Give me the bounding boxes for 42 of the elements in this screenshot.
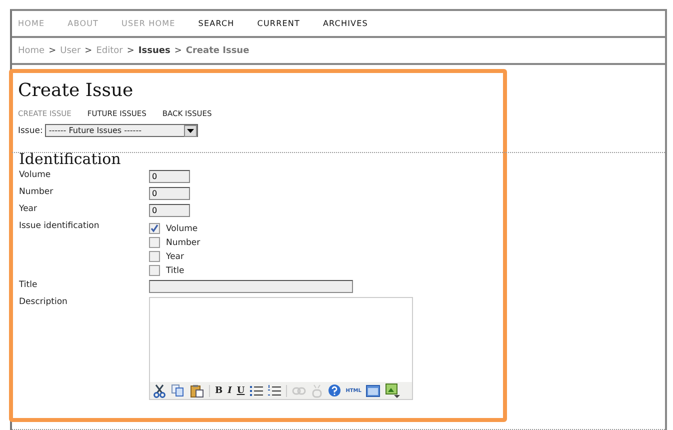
copy-icon[interactable] <box>171 384 185 397</box>
checkbox[interactable] <box>149 237 160 248</box>
breadcrumb-separator: > <box>126 46 134 56</box>
format-button[interactable]: I <box>228 386 232 396</box>
field-label: Issue identification <box>19 221 100 233</box>
insert-image-icon[interactable] <box>385 382 402 398</box>
breadcrumb-separator: > <box>48 46 56 56</box>
format-button[interactable]: B <box>215 386 223 396</box>
page-title: Create Issue <box>18 80 134 101</box>
section-title: Identification <box>19 150 122 168</box>
scissors-icon[interactable] <box>153 384 166 398</box>
checkbox-label: Year <box>166 252 184 262</box>
breadcrumb-separator: > <box>174 46 182 56</box>
field-label: Title <box>19 280 38 292</box>
window-icon[interactable] <box>366 384 380 396</box>
bullet-list-icon[interactable] <box>250 384 263 396</box>
help-icon[interactable] <box>328 384 341 397</box>
nav-link[interactable]: SEARCH <box>198 19 234 28</box>
field-label: Number <box>19 187 54 199</box>
checkbox[interactable] <box>149 265 160 276</box>
issue-dropdown[interactable]: ------ Future Issues ------ <box>44 124 198 137</box>
checkbox-label: Title <box>166 266 184 276</box>
checkbox-label: Number <box>166 238 200 248</box>
issue-label: Issue: <box>18 126 43 136</box>
breadcrumb-link[interactable]: Create Issue <box>186 46 250 56</box>
nav-link[interactable]: ARCHIVES <box>322 19 368 28</box>
input-field[interactable]: 0 <box>149 187 190 200</box>
checkbox[interactable] <box>149 251 160 262</box>
format-button[interactable]: U <box>236 386 245 396</box>
paste-icon[interactable] <box>190 384 204 398</box>
input-field[interactable]: 0 <box>149 204 190 217</box>
title-input[interactable] <box>149 280 353 293</box>
breadcrumb-separator: > <box>84 46 92 56</box>
checkbox[interactable] <box>149 223 160 234</box>
nav-link[interactable]: CURRENT <box>257 19 300 28</box>
field-label: Year <box>19 204 38 216</box>
field-label: Volume <box>19 170 52 182</box>
breadcrumb-link[interactable]: Issues <box>138 46 170 56</box>
numbered-list-icon[interactable] <box>268 384 281 396</box>
input-field[interactable]: 0 <box>149 170 190 183</box>
field-label: Description <box>19 297 68 309</box>
checkbox-label: Volume <box>166 224 198 234</box>
